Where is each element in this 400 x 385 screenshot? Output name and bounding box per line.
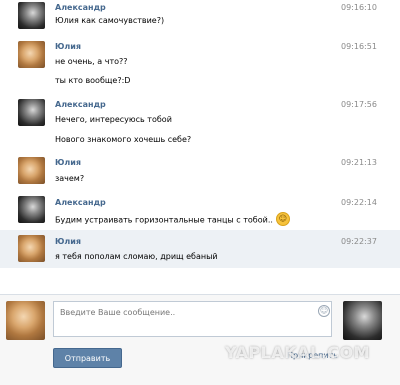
author-name[interactable]: Юлия [55,42,81,51]
message-text: не очень, а что?? [55,57,128,66]
message-text: зачем? [55,174,85,183]
message-row: Александр 09:22:14 Будим устраивать гори… [0,192,400,230]
avatar[interactable] [18,235,45,262]
message-text: Будим устраивать горизонтальные танцы с … [55,212,290,227]
smiley-icon: ☺ [275,212,290,226]
avatar[interactable] [18,99,45,126]
message-time: 09:22:14 [341,198,377,207]
message-time: 09:21:13 [341,158,377,167]
message-text: ты кто вообще?:D [55,76,131,85]
avatar[interactable] [18,2,45,29]
message-text: Нечего, интересуюсь тобой [55,115,172,124]
message-text: я тебя пополам сломаю, дрищ ебаный [55,252,218,261]
message-time: 09:17:56 [341,100,377,109]
message-time: 09:16:10 [341,3,377,12]
author-name[interactable]: Александр [55,3,106,12]
avatar[interactable] [18,196,45,223]
message-input-placeholder: Введите Ваше сообщение.. [60,308,176,317]
avatar[interactable] [18,157,45,184]
message-row: Александр 09:17:56 Нечего, интересуюсь т… [0,96,400,154]
author-name[interactable]: Юлия [55,158,81,167]
attach-link[interactable]: Прикрепить [287,351,338,360]
message-text: Юлия как самочувствие?) [55,16,165,25]
my-avatar[interactable] [6,301,45,340]
avatar[interactable] [18,41,45,68]
emoji-icon[interactable]: ☺ [318,305,330,317]
message-input[interactable]: Введите Ваше сообщение.. [53,301,332,337]
message-row-highlighted: Юлия 09:22:37 я тебя пополам сломаю, дри… [0,230,400,268]
recipient-avatar[interactable] [343,301,382,340]
send-button[interactable]: Отправить [53,348,122,368]
author-name[interactable]: Александр [55,198,106,207]
author-name[interactable]: Юлия [55,237,81,246]
message-text-content: Будим устраивать горизонтальные танцы с … [55,215,273,225]
message-time: 09:22:37 [341,237,377,246]
message-row: Юлия 09:21:13 зачем? [0,154,400,192]
author-name[interactable]: Александр [55,100,106,109]
message-row: Александр 09:16:10 Юлия как самочувствие… [0,0,400,38]
message-text: Нового знакомого хочешь себе? [55,135,192,144]
message-row: Юлия 09:16:51 не очень, а что?? ты кто в… [0,38,400,96]
message-time: 09:16:51 [341,42,377,51]
